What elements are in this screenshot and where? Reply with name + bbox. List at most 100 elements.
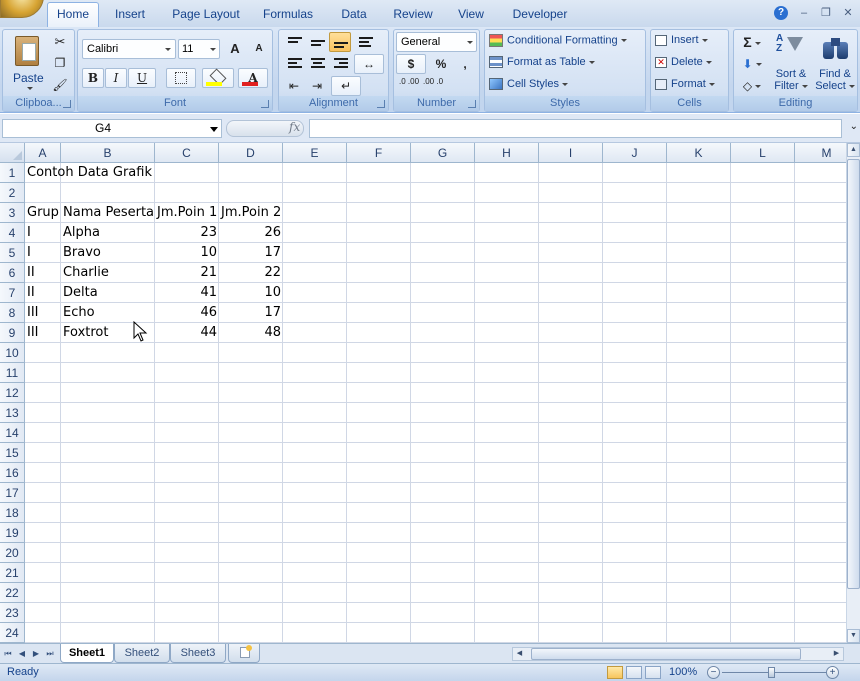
column-header-b[interactable]: B [61, 143, 155, 163]
row-header-12[interactable]: 12 [0, 383, 25, 403]
sheet-tab-sheet1[interactable]: Sheet1 [60, 644, 114, 663]
cell-a5[interactable]: I [25, 243, 33, 262]
office-button[interactable] [0, 0, 44, 18]
cell-c9[interactable]: 44 [155, 323, 219, 342]
tab-developer[interactable]: Developer [506, 6, 574, 27]
normal-view-icon[interactable] [607, 666, 623, 679]
column-header-i[interactable]: I [539, 143, 603, 163]
fill-button[interactable]: ⬇ [738, 54, 766, 74]
cell-b7[interactable]: Delta [61, 283, 100, 302]
cell-b4[interactable]: Alpha [61, 223, 102, 242]
cell-a6[interactable]: II [25, 263, 37, 282]
percent-button[interactable]: % [430, 54, 452, 74]
orientation-icon[interactable] [354, 32, 376, 52]
cell-c7[interactable]: 41 [155, 283, 219, 302]
align-left-icon[interactable] [283, 54, 305, 74]
format-painter-icon[interactable]: 🖌 [49, 75, 71, 95]
page-layout-view-icon[interactable] [626, 666, 642, 679]
italic-button[interactable]: I [105, 68, 127, 88]
cell-d5[interactable]: 17 [219, 243, 283, 262]
column-header-m[interactable]: M [795, 143, 846, 163]
column-header-d[interactable]: D [219, 143, 283, 163]
name-box-dropdown-icon[interactable] [210, 127, 218, 132]
delete-cells-button[interactable]: ✕ Delete [655, 56, 712, 68]
row-header-8[interactable]: 8 [0, 303, 25, 323]
autosum-button[interactable]: Σ [738, 32, 766, 52]
cell-a9[interactable]: III [25, 323, 41, 342]
row-header-22[interactable]: 22 [0, 583, 25, 603]
restore-icon[interactable]: ❐ [820, 7, 832, 19]
borders-button[interactable] [166, 68, 196, 88]
row-header-6[interactable]: 6 [0, 263, 25, 283]
first-sheet-icon[interactable]: ⏮ [2, 647, 14, 660]
cell-a8[interactable]: III [25, 303, 41, 322]
name-box[interactable]: G4 [2, 119, 222, 138]
cell-styles-button[interactable]: Cell Styles [489, 78, 568, 91]
align-center-icon[interactable] [306, 54, 328, 74]
tab-page-layout[interactable]: Page Layout [166, 6, 246, 27]
cell-d9[interactable]: 48 [219, 323, 283, 342]
zoom-level[interactable]: 100% [669, 666, 697, 678]
find-select-button[interactable]: Find & Select [814, 32, 856, 94]
insert-sheet-button[interactable] [228, 644, 260, 663]
row-header-7[interactable]: 7 [0, 283, 25, 303]
sheet-tab-sheet3[interactable]: Sheet3 [170, 644, 226, 663]
cell-a4[interactable]: I [25, 223, 33, 242]
row-header-20[interactable]: 20 [0, 543, 25, 563]
align-bottom-icon[interactable] [329, 32, 351, 52]
number-format-select[interactable]: General [396, 32, 477, 52]
align-top-icon[interactable] [283, 32, 305, 52]
column-header-l[interactable]: L [731, 143, 795, 163]
number-launcher-icon[interactable] [468, 100, 476, 108]
wrap-text-icon[interactable]: ↵ [331, 76, 361, 96]
vertical-scrollbar[interactable]: ▲ ▼ [846, 143, 860, 643]
horizontal-scroll-thumb[interactable] [531, 648, 801, 660]
column-header-c[interactable]: C [155, 143, 219, 163]
cell-b3[interactable]: Nama Peserta [61, 203, 156, 222]
font-color-button[interactable]: A [238, 68, 268, 88]
worksheet-grid[interactable]: ABCDEFGHIJKLM 1 2 3 4 5 6 7 8 9 10 11 12 13 14 15 16 17 1… [0, 143, 846, 643]
comma-button[interactable]: , [454, 54, 476, 74]
bold-button[interactable]: B [82, 68, 104, 88]
font-name-select[interactable]: Calibri [82, 39, 176, 59]
cell-c4[interactable]: 23 [155, 223, 219, 242]
row-header-11[interactable]: 11 [0, 363, 25, 383]
align-middle-icon[interactable] [306, 32, 328, 52]
row-header-1[interactable]: 1 [0, 163, 25, 183]
row-header-21[interactable]: 21 [0, 563, 25, 583]
formula-input[interactable] [309, 119, 842, 138]
tab-formulas[interactable]: Formulas [258, 6, 318, 27]
column-header-g[interactable]: G [411, 143, 475, 163]
alignment-launcher-icon[interactable] [377, 100, 385, 108]
row-header-13[interactable]: 13 [0, 403, 25, 423]
cell-c8[interactable]: 46 [155, 303, 219, 322]
cell-a1[interactable]: Contoh Data Grafik [25, 163, 154, 182]
prev-sheet-icon[interactable]: ◀ [16, 647, 28, 660]
row-header-18[interactable]: 18 [0, 503, 25, 523]
row-header-19[interactable]: 19 [0, 523, 25, 543]
row-header-4[interactable]: 4 [0, 223, 25, 243]
font-launcher-icon[interactable] [261, 100, 269, 108]
close-icon[interactable]: ✕ [842, 7, 854, 19]
row-header-9[interactable]: 9 [0, 323, 25, 343]
format-cells-button[interactable]: Format [655, 78, 715, 90]
merge-center-icon[interactable]: ↔ [354, 54, 384, 74]
cell-c5[interactable]: 10 [155, 243, 219, 262]
minimize-icon[interactable]: – [798, 7, 810, 19]
row-header-10[interactable]: 10 [0, 343, 25, 363]
sort-filter-button[interactable]: AZ Sort & Filter [770, 32, 812, 94]
row-header-2[interactable]: 2 [0, 183, 25, 203]
font-size-select[interactable]: 11 [178, 39, 220, 59]
cell-c6[interactable]: 21 [155, 263, 219, 282]
zoom-in-icon[interactable]: + [826, 666, 839, 679]
fill-color-button[interactable] [202, 68, 234, 88]
tab-insert[interactable]: Insert [106, 6, 154, 27]
decrease-decimal-button[interactable]: .00 .0 [422, 76, 444, 96]
increase-indent-icon[interactable]: ⇥ [306, 76, 328, 96]
insert-function-icon[interactable]: fx [289, 120, 300, 134]
tab-home[interactable]: Home [47, 2, 99, 27]
copy-icon[interactable]: ❐ [49, 53, 71, 73]
grow-font-button[interactable]: A [224, 39, 246, 59]
column-header-a[interactable]: A [25, 143, 61, 163]
row-header-14[interactable]: 14 [0, 423, 25, 443]
